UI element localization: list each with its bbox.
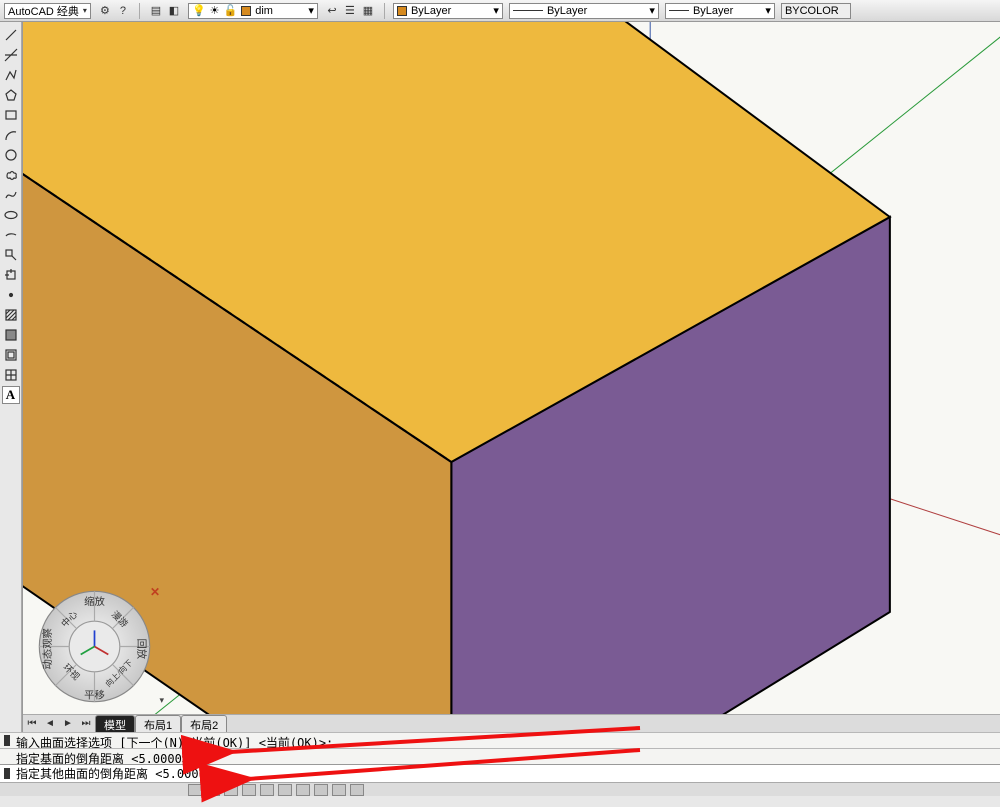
- separator: [139, 3, 140, 19]
- make-block-tool[interactable]: [2, 266, 20, 284]
- status-bar: [0, 782, 1000, 796]
- chevron-down-icon: ▾: [308, 4, 314, 17]
- qp-toggle[interactable]: [350, 784, 364, 796]
- polygon-tool[interactable]: [2, 86, 20, 104]
- lineweight-dropdown[interactable]: ByLayer ▾: [665, 3, 775, 19]
- tab-layout2[interactable]: 布局2: [181, 715, 227, 733]
- dyn-toggle[interactable]: [314, 784, 328, 796]
- polyline-tool[interactable]: [2, 66, 20, 84]
- lwt-toggle[interactable]: [332, 784, 346, 796]
- layer-name-label: dim: [255, 5, 273, 17]
- wheel-menu-button[interactable]: ▾: [159, 695, 164, 706]
- workspace-icons: ⚙ ?: [97, 3, 131, 19]
- top-property-bar: AutoCAD 经典 ▾ ⚙ ? ▤ ◧ 💡 ☀ 🔓 dim ▾ ↩ ☰ ▦ B…: [0, 0, 1000, 22]
- layer-previous-icon[interactable]: ↩: [324, 3, 340, 19]
- revcloud-tool[interactable]: [2, 166, 20, 184]
- workspace-dropdown[interactable]: AutoCAD 经典 ▾: [4, 3, 91, 19]
- layout-tabs-bar: ⏮ ◄ ► ⏭ 模型 布局1 布局2: [23, 714, 1000, 732]
- plotstyle-dropdown[interactable]: BYCOLOR: [781, 3, 851, 19]
- command-input[interactable]: [220, 767, 994, 781]
- lineweight-preview: [669, 10, 689, 11]
- rectangle-tool[interactable]: [2, 106, 20, 124]
- arc-tool[interactable]: [2, 126, 20, 144]
- layer-filter-icon[interactable]: ◧: [166, 3, 182, 19]
- workspace-label: AutoCAD 经典: [8, 3, 79, 19]
- osnap-toggle[interactable]: [260, 784, 274, 796]
- prompt-bar-icon: [4, 768, 10, 779]
- line-tool[interactable]: [2, 26, 20, 44]
- workspace-help-icon[interactable]: ?: [115, 3, 131, 19]
- command-area: 输入曲面选择选项 [下一个(N)/当前(OK)] <当前(OK)>: 指定基面的…: [0, 732, 1000, 807]
- drawing-canvas: [23, 22, 1000, 732]
- workspace-gear-icon[interactable]: ⚙: [97, 3, 113, 19]
- wheel-pan-label: 平移: [84, 688, 105, 701]
- linetype-label: ByLayer: [547, 5, 587, 17]
- region-tool[interactable]: [2, 346, 20, 364]
- lock-icon: 🔓: [224, 4, 238, 17]
- tab-model[interactable]: 模型: [95, 715, 135, 733]
- tab-first-icon[interactable]: ⏮: [23, 716, 41, 732]
- prompt-bar-icon: [4, 735, 10, 746]
- ellipse-tool[interactable]: [2, 206, 20, 224]
- gradient-tool[interactable]: [2, 326, 20, 344]
- grid-toggle[interactable]: [206, 784, 220, 796]
- color-dropdown[interactable]: ByLayer ▾: [393, 3, 503, 19]
- tab-layout1[interactable]: 布局1: [135, 715, 181, 733]
- color-label: ByLayer: [411, 5, 451, 17]
- draw-toolbar: A: [0, 22, 22, 732]
- chevron-down-icon: ▾: [83, 6, 87, 15]
- layer-color-swatch: [241, 6, 251, 16]
- main-area: A: [0, 22, 1000, 732]
- command-history-line: 输入曲面选择选项 [下一个(N)/当前(OK)] <当前(OK)>:: [0, 732, 1000, 748]
- otrack-toggle[interactable]: [278, 784, 292, 796]
- chevron-down-icon: ▾: [493, 4, 499, 17]
- chevron-down-icon: ▾: [765, 4, 771, 17]
- layer-state-icon[interactable]: ☰: [342, 3, 358, 19]
- command-input-row[interactable]: 指定其他曲面的倒角距离 <5.0000>:: [0, 764, 1000, 782]
- circle-tool[interactable]: [2, 146, 20, 164]
- plotstyle-label: BYCOLOR: [785, 5, 839, 17]
- ellipse-arc-tool[interactable]: [2, 226, 20, 244]
- model-viewport[interactable]: 缩放 平移 动态观察 回放 中心 漫游 向上/向下 环视 ✕ ▾ ⏮ ◄ ► ⏭…: [22, 22, 1000, 732]
- layer-manager-icon[interactable]: ▤: [148, 3, 164, 19]
- sun-icon: ☀: [210, 4, 220, 17]
- layer-dropdown[interactable]: 💡 ☀ 🔓 dim ▾: [188, 3, 318, 19]
- wheel-close-button[interactable]: ✕: [148, 585, 162, 599]
- tab-next-icon[interactable]: ►: [59, 716, 77, 732]
- wheel-orbit-label: 动态观察: [41, 628, 54, 669]
- ducs-toggle[interactable]: [296, 784, 310, 796]
- hatch-tool[interactable]: [2, 306, 20, 324]
- table-tool[interactable]: [2, 366, 20, 384]
- command-history-line: 指定基面的倒角距离 <5.0000>:: [0, 748, 1000, 764]
- tab-prev-icon[interactable]: ◄: [41, 716, 59, 732]
- construction-line-tool[interactable]: [2, 46, 20, 64]
- color-swatch: [397, 6, 407, 16]
- wheel-zoom-label: 缩放: [84, 595, 105, 608]
- ortho-toggle[interactable]: [224, 784, 238, 796]
- cmd-prompt: 指定其他曲面的倒角距离 <5.0000>:: [16, 765, 220, 782]
- linetype-dropdown[interactable]: ByLayer ▾: [509, 3, 659, 19]
- text-tool[interactable]: A: [2, 386, 20, 404]
- point-tool[interactable]: [2, 286, 20, 304]
- polar-toggle[interactable]: [242, 784, 256, 796]
- chevron-down-icon: ▾: [649, 4, 655, 17]
- tab-last-icon[interactable]: ⏭: [77, 716, 95, 732]
- steering-wheel[interactable]: 缩放 平移 动态观察 回放 中心 漫游 向上/向下 环视 ✕ ▾: [37, 589, 152, 704]
- linetype-preview: [513, 10, 543, 11]
- separator: [384, 3, 385, 19]
- spline-tool[interactable]: [2, 186, 20, 204]
- insert-block-tool[interactable]: [2, 246, 20, 264]
- lineweight-label: ByLayer: [693, 5, 733, 17]
- snap-toggle[interactable]: [188, 784, 202, 796]
- layer-iso-icon[interactable]: ▦: [360, 3, 376, 19]
- lightbulb-icon: 💡: [192, 4, 206, 17]
